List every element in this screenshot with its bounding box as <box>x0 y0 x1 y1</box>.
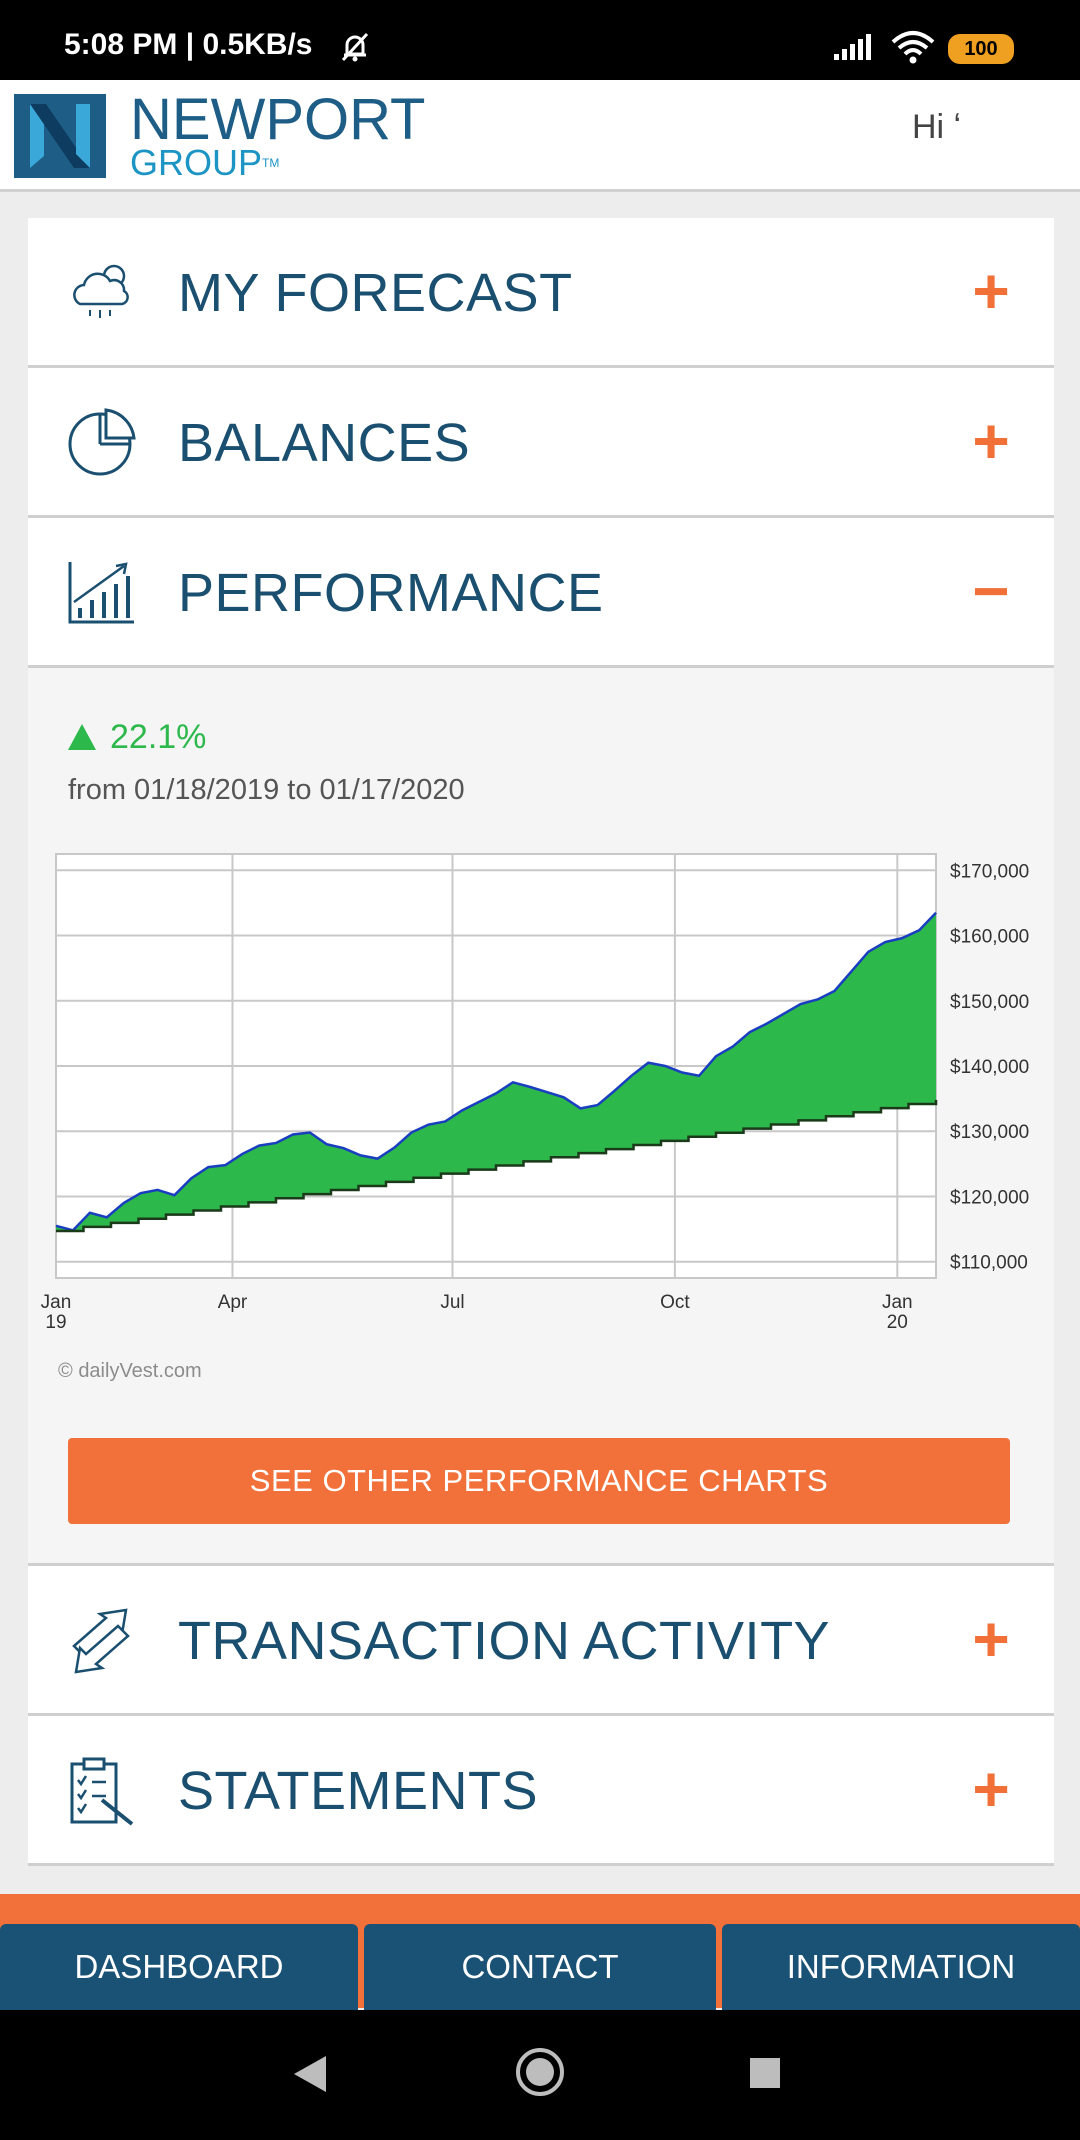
chart-x-tick-label: 19 <box>45 1312 66 1333</box>
newport-logo-icon[interactable] <box>14 94 106 183</box>
app-header: NEWPORT GROUPTM Hi ʻ <box>0 80 1080 192</box>
copyright-icon: © <box>58 1360 73 1382</box>
chart-y-tick-label: $130,000 <box>950 1122 1029 1143</box>
status-bar: 5:08 PM | 0.5KB/s 100 <box>0 0 1080 80</box>
chart-y-tick-label: $120,000 <box>950 1187 1029 1208</box>
statements-section-label: STATEMENTS <box>178 1761 539 1821</box>
logo-wordmark-group: GROUPTM <box>130 142 280 183</box>
performance-panel: 22.1% from 01/18/2019 to 01/17/2020 $170… <box>28 668 1054 1566</box>
chart-y-tick-label: $140,000 <box>950 1057 1029 1078</box>
bottom-nav: DASHBOARD CONTACT INFORMATION <box>0 1912 1080 2010</box>
dashboard-accordion: MY FORECAST + BALANCES + PERFORMANCE − 2… <box>28 218 1054 1866</box>
chart-y-tick-label: $150,000 <box>950 992 1029 1013</box>
chart-x-tick-label: 20 <box>887 1312 908 1333</box>
bell-muted-icon <box>338 30 372 69</box>
performance-change: 22.1% <box>68 718 206 757</box>
transaction-activity-expand-icon[interactable]: + <box>966 1604 1016 1674</box>
forecast-section-header[interactable]: MY FORECAST + <box>28 218 1054 368</box>
balances-section-header[interactable]: BALANCES + <box>28 368 1054 518</box>
chart-x-tick-label: Jan <box>41 1292 72 1313</box>
performance-change-value: 22.1% <box>110 718 207 756</box>
cloud-rain-icon <box>66 258 136 328</box>
back-icon[interactable] <box>292 2054 328 2099</box>
chart-credit: © dailyVest.com <box>58 1360 202 1383</box>
signal-icon <box>832 32 874 67</box>
see-other-performance-charts-button[interactable]: SEE OTHER PERFORMANCE CHARTS <box>68 1438 1010 1524</box>
bottom-accent-bar <box>0 1894 1080 1912</box>
chart-y-tick-label: $110,000 <box>950 1253 1028 1274</box>
performance-section-header[interactable]: PERFORMANCE − <box>28 518 1054 668</box>
pie-chart-icon <box>66 408 136 478</box>
up-triangle-icon <box>68 724 96 750</box>
transfer-arrows-icon <box>66 1606 136 1676</box>
logo-wordmark-newport: NEWPORT <box>130 87 426 152</box>
system-nav-bar <box>0 2010 1080 2140</box>
trademark-mark: TM <box>262 156 280 170</box>
chart-x-tick-label: Jul <box>440 1292 464 1313</box>
forecast-expand-icon[interactable]: + <box>966 256 1016 326</box>
chart-x-tick-label: Jan <box>882 1292 913 1313</box>
wifi-icon <box>890 30 936 69</box>
chart-y-tick-label: $170,000 <box>950 861 1029 882</box>
statements-section-header[interactable]: STATEMENTS + <box>28 1716 1054 1866</box>
nav-contact-button[interactable]: CONTACT <box>364 1924 716 2010</box>
chart-x-tick-label: Oct <box>660 1292 690 1313</box>
clipboard-checklist-icon <box>66 1756 136 1826</box>
forecast-section-label: MY FORECAST <box>178 263 573 323</box>
performance-chart: $170,000 $160,000 $150,000 $140,000 $130,000… <box>41 853 1029 1333</box>
recents-icon[interactable] <box>748 2056 782 2095</box>
nav-information-button[interactable]: INFORMATION <box>722 1924 1080 2010</box>
performance-date-range: from 01/18/2019 to 01/17/2020 <box>68 774 465 806</box>
status-time: 5:08 PM | 0.5KB/s <box>64 28 313 61</box>
growth-chart-icon <box>66 558 136 628</box>
transaction-activity-section-header[interactable]: TRANSACTION ACTIVITY + <box>28 1566 1054 1716</box>
screen: 5:08 PM | 0.5KB/s 100 NEWPORT GROUPTM Hi… <box>0 0 1080 2140</box>
performance-section-label: PERFORMANCE <box>178 563 604 623</box>
chart-y-tick-label: $160,000 <box>950 927 1029 948</box>
balances-expand-icon[interactable]: + <box>966 406 1016 476</box>
user-greeting[interactable]: Hi ʻ <box>912 108 966 147</box>
battery-icon: 100 <box>948 34 1014 64</box>
home-icon[interactable] <box>514 2046 566 2103</box>
balances-section-label: BALANCES <box>178 413 471 473</box>
nav-dashboard-button[interactable]: DASHBOARD <box>0 1924 358 2010</box>
statements-expand-icon[interactable]: + <box>966 1754 1016 1824</box>
transaction-activity-section-label: TRANSACTION ACTIVITY <box>178 1611 831 1671</box>
chart-x-tick-label: Apr <box>218 1292 248 1313</box>
performance-collapse-icon[interactable]: − <box>966 556 1016 626</box>
chart-credit-text: dailyVest.com <box>78 1360 202 1382</box>
